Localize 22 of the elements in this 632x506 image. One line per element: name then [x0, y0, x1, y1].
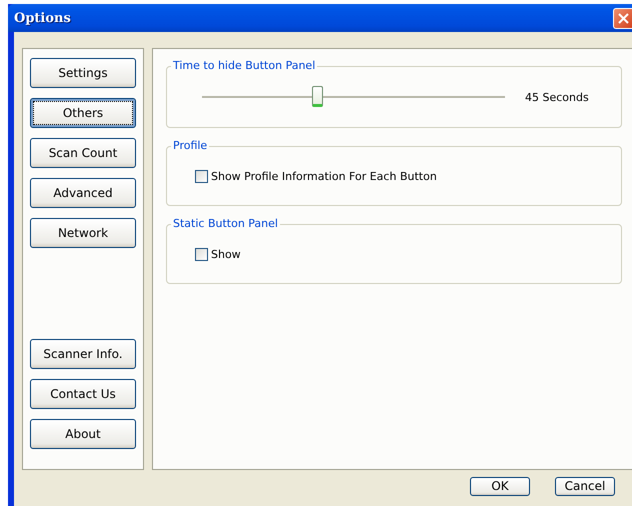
slider-reading: 45 Seconds	[525, 90, 589, 104]
checkbox-label[interactable]: Show	[211, 248, 241, 260]
group-title: Time to hide Button Panel	[171, 59, 318, 72]
nav-button[interactable]: Network	[30, 218, 136, 248]
nav-button[interactable]: Others	[30, 98, 136, 128]
nav-button[interactable]: About	[30, 419, 136, 449]
nav-button[interactable]: Scan Count	[30, 138, 136, 168]
group-title: Static Button Panel	[171, 217, 280, 230]
checkbox-label[interactable]: Show Profile Information For Each Button	[211, 170, 437, 182]
checkbox[interactable]	[195, 170, 208, 182]
dialog-button[interactable]: OK	[470, 476, 530, 496]
dialog-button[interactable]: Cancel	[555, 476, 615, 496]
nav-button[interactable]: Settings	[30, 58, 136, 88]
close-icon	[618, 12, 628, 24]
nav-button[interactable]: Contact Us	[30, 379, 136, 409]
close-button[interactable]	[613, 8, 632, 28]
nav-button[interactable]: Scanner Info.	[30, 339, 136, 369]
nav-button[interactable]: Advanced	[30, 178, 136, 208]
group-title: Profile	[171, 139, 210, 152]
window-title: Options	[14, 10, 71, 26]
slider-thumb[interactable]	[312, 86, 324, 106]
checkbox[interactable]	[195, 248, 208, 260]
